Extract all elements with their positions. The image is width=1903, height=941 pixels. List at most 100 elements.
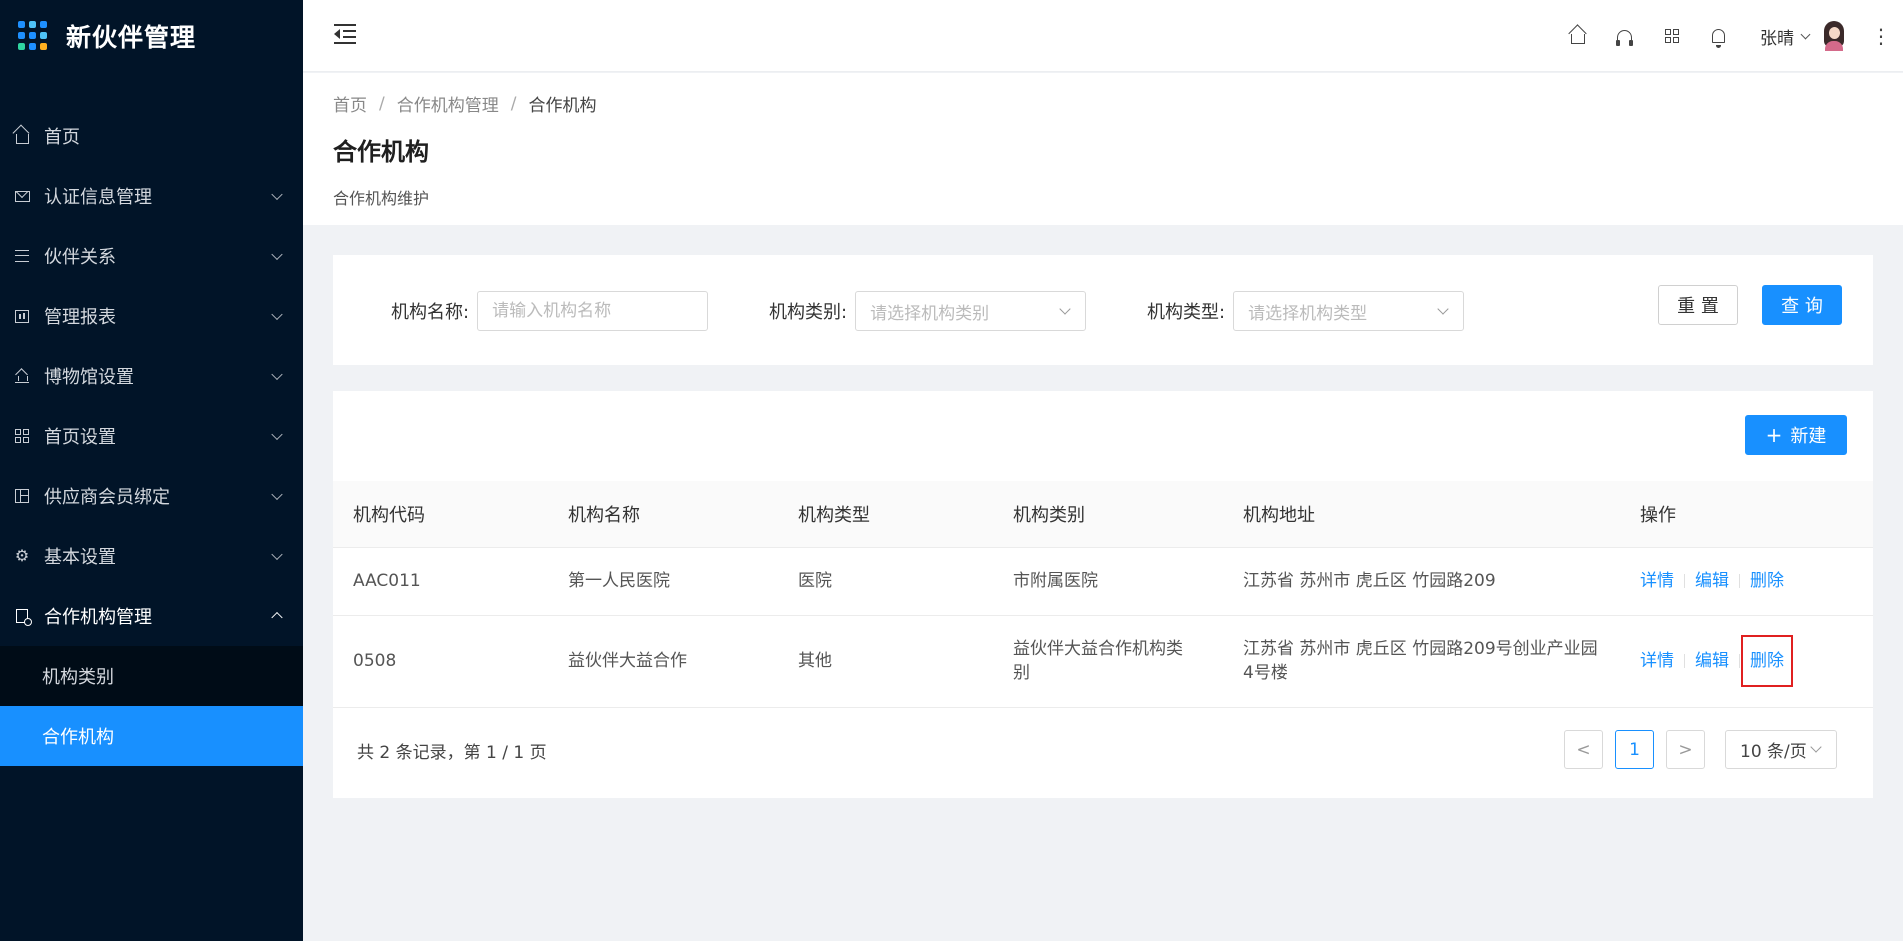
sidebar-item-label: 基本设置 bbox=[44, 547, 116, 568]
menu-fold-icon[interactable] bbox=[334, 24, 356, 44]
user-menu[interactable]: 张晴 bbox=[1742, 0, 1859, 72]
headset-icon[interactable] bbox=[1601, 0, 1648, 72]
sidebar-item-reports[interactable]: 管理报表 bbox=[0, 286, 303, 346]
chevron-down-icon bbox=[271, 368, 283, 381]
sidebar-item-label: 供应商会员绑定 bbox=[44, 487, 170, 508]
top-header: 张晴 ⋮ bbox=[303, 0, 1903, 72]
org-category-placeholder: 请选择机构类别 bbox=[870, 303, 990, 324]
breadcrumb-partner-org-management[interactable]: 合作机构管理 bbox=[397, 91, 499, 116]
cell-actions: 详情 编辑 删除 bbox=[1620, 615, 1873, 708]
table-header-row: 机构代码 机构名称 机构类型 机构类别 机构地址 操作 bbox=[333, 481, 1873, 548]
header-toolbar: 张晴 ⋮ bbox=[1554, 0, 1903, 72]
col-header-category: 机构类别 bbox=[993, 481, 1223, 548]
sidebar-subitem-partner-org[interactable]: 合作机构 bbox=[0, 706, 303, 766]
delete-link-highlighted[interactable]: 删除 bbox=[1741, 635, 1793, 687]
table-card: + 新建 机构代码 机构名称 机构类型 机构类别 机构地址 操作 AAC011 … bbox=[333, 391, 1873, 798]
sidebar-item-certification[interactable]: 认证信息管理 bbox=[0, 166, 303, 226]
col-header-code: 机构代码 bbox=[333, 481, 548, 548]
org-name-field: 机构名称: bbox=[391, 291, 709, 331]
cell-name: 益伙伴大益合作 bbox=[548, 615, 778, 708]
chevron-down-icon bbox=[1059, 303, 1071, 315]
org-table: 机构代码 机构名称 机构类型 机构类别 机构地址 操作 AAC011 第一人民医… bbox=[333, 481, 1873, 708]
sidebar-item-supplier-binding[interactable]: 供应商会员绑定 bbox=[0, 466, 303, 526]
breadcrumb-current: 合作机构 bbox=[528, 96, 597, 116]
home-icon[interactable] bbox=[1554, 0, 1601, 72]
cell-type: 其他 bbox=[778, 615, 993, 708]
cell-code: 0508 bbox=[333, 615, 548, 708]
sidebar-item-home-settings[interactable]: 首页设置 bbox=[0, 406, 303, 466]
page-title: 合作机构 bbox=[333, 138, 429, 166]
edit-link[interactable]: 编辑 bbox=[1695, 569, 1729, 593]
chevron-down-icon bbox=[271, 548, 283, 561]
next-page-button[interactable]: > bbox=[1666, 730, 1705, 769]
breadcrumb-separator: / bbox=[379, 93, 385, 114]
bell-icon[interactable] bbox=[1695, 0, 1742, 72]
org-category-field: 机构类别: 请选择机构类别 bbox=[769, 291, 1087, 331]
table-footer: 共 2 条记录，第 1 / 1 页 < 1 > 10 条/页 bbox=[333, 706, 1873, 798]
cell-category: 益伙伴大益合作机构类别 bbox=[993, 615, 1223, 708]
app-title: 新伙伴管理 bbox=[66, 23, 197, 52]
col-header-type: 机构类型 bbox=[778, 481, 993, 548]
page-1-button[interactable]: 1 bbox=[1615, 730, 1654, 769]
chevron-down-icon bbox=[1810, 741, 1822, 753]
cell-category: 市附属医院 bbox=[993, 547, 1223, 616]
detail-link[interactable]: 详情 bbox=[1640, 649, 1674, 673]
apps-logo-icon bbox=[18, 21, 48, 51]
sidebar-item-label: 首页 bbox=[44, 127, 80, 148]
action-divider bbox=[1684, 654, 1685, 668]
layout-icon bbox=[14, 488, 30, 504]
chevron-down-icon bbox=[271, 248, 283, 261]
chevron-down-icon bbox=[271, 308, 283, 321]
grid-icon[interactable] bbox=[1648, 0, 1695, 72]
sidebar-item-partner-org-management[interactable]: 合作机构管理 bbox=[0, 586, 303, 646]
query-button[interactable]: 查 询 bbox=[1762, 285, 1842, 325]
edit-link[interactable]: 编辑 bbox=[1695, 649, 1729, 673]
mail-icon bbox=[14, 188, 30, 204]
chevron-down-icon bbox=[271, 188, 283, 201]
sidebar-subitem-org-category[interactable]: 机构类别 bbox=[0, 646, 303, 706]
sidebar-item-label: 认证信息管理 bbox=[44, 187, 152, 208]
org-type-label: 机构类型: bbox=[1147, 302, 1226, 323]
cell-type: 医院 bbox=[778, 547, 993, 616]
table-row: 0508 益伙伴大益合作 其他 益伙伴大益合作机构类别 江苏省 苏州市 虎丘区 … bbox=[333, 615, 1873, 708]
cell-address: 江苏省 苏州市 虎丘区 竹园路209号创业产业园4号楼 bbox=[1223, 615, 1620, 708]
action-divider bbox=[1684, 574, 1685, 588]
chevron-down-icon bbox=[271, 428, 283, 441]
breadcrumb-separator: / bbox=[510, 93, 517, 114]
row-actions: 详情 编辑 删除 bbox=[1640, 569, 1873, 593]
sidebar-item-basic-settings[interactable]: ⚙ 基本设置 bbox=[0, 526, 303, 586]
sidebar-item-museum-settings[interactable]: 博物馆设置 bbox=[0, 346, 303, 406]
col-header-name: 机构名称 bbox=[548, 481, 778, 548]
chevron-down-icon bbox=[1800, 29, 1811, 39]
list-icon bbox=[14, 248, 30, 264]
plus-icon: + bbox=[1765, 423, 1783, 447]
reset-button[interactable]: 重 置 bbox=[1658, 285, 1738, 325]
sidebar-item-partner-relations[interactable]: 伙伴关系 bbox=[0, 226, 303, 286]
side-menu: 首页 认证信息管理 伙伴关系 管理报表 博物馆设置 首页设置 供应商会员绑定 ⚙… bbox=[0, 106, 303, 766]
page-size-select[interactable]: 10 条/页 bbox=[1725, 730, 1837, 769]
home-icon bbox=[14, 128, 30, 144]
breadcrumb-home[interactable]: 首页 bbox=[333, 91, 367, 116]
sidebar-item-label: 首页设置 bbox=[44, 427, 116, 448]
org-category-label: 机构类别: bbox=[769, 302, 848, 323]
org-category-select[interactable]: 请选择机构类别 bbox=[855, 291, 1087, 331]
table-row: AAC011 第一人民医院 医院 市附属医院 江苏省 苏州市 虎丘区 竹园路20… bbox=[333, 547, 1873, 616]
detail-link[interactable]: 详情 bbox=[1640, 569, 1674, 593]
add-org-button[interactable]: + 新建 bbox=[1745, 415, 1847, 455]
prev-page-button[interactable]: < bbox=[1564, 730, 1603, 769]
record-summary: 共 2 条记录，第 1 / 1 页 bbox=[357, 743, 547, 763]
org-type-select[interactable]: 请选择机构类型 bbox=[1233, 291, 1465, 331]
document-icon bbox=[14, 608, 32, 626]
user-name: 张晴 bbox=[1760, 28, 1794, 49]
org-name-label: 机构名称: bbox=[391, 302, 470, 323]
org-name-input[interactable] bbox=[477, 291, 709, 331]
sidebar-item-label: 合作机构管理 bbox=[44, 607, 152, 628]
sidebar-item-home[interactable]: 首页 bbox=[0, 106, 303, 166]
cell-address: 江苏省 苏州市 虎丘区 竹园路209 bbox=[1223, 547, 1620, 616]
more-vertical-icon[interactable]: ⋮ bbox=[1859, 0, 1903, 72]
pagination: < 1 > 10 条/页 bbox=[1552, 730, 1837, 769]
org-type-placeholder: 请选择机构类型 bbox=[1248, 303, 1368, 324]
cell-code: AAC011 bbox=[333, 547, 548, 616]
breadcrumb: 首页 / 合作机构管理 / 合作机构 bbox=[333, 91, 1873, 117]
delete-link[interactable]: 删除 bbox=[1750, 569, 1784, 593]
